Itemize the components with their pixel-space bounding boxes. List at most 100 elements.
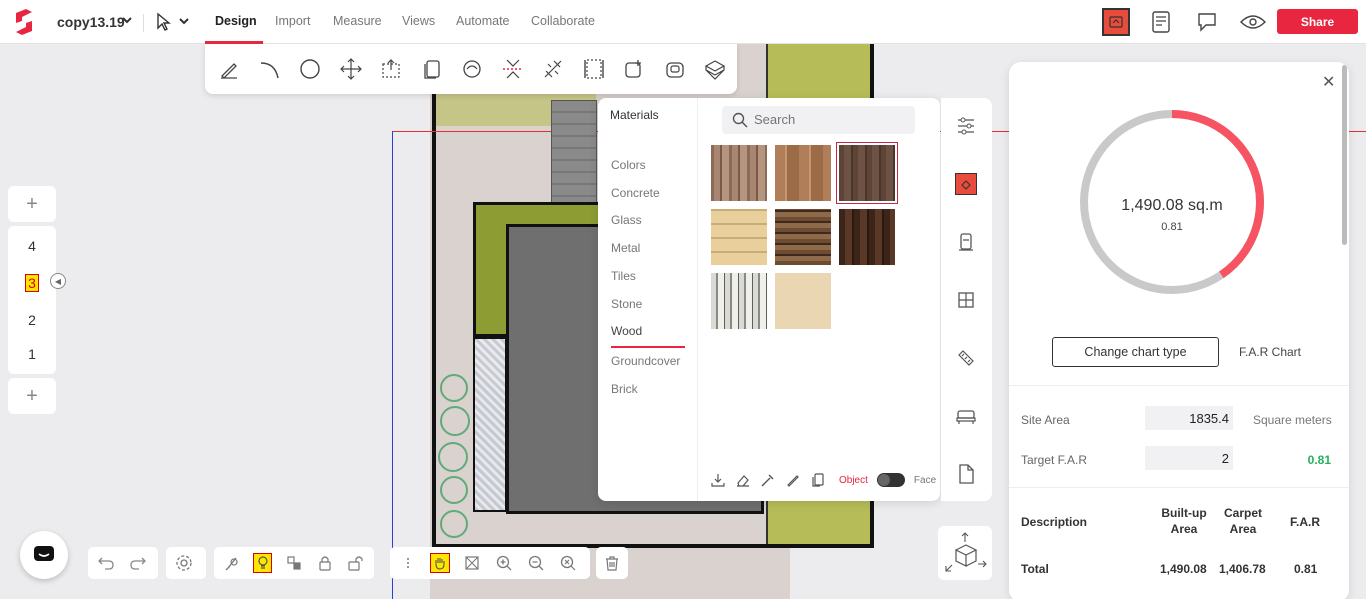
- pencil-icon[interactable]: [217, 57, 241, 81]
- wood-swatch[interactable]: [839, 209, 895, 265]
- extrude-icon[interactable]: [703, 57, 727, 81]
- category-tiles[interactable]: Tiles: [611, 269, 636, 283]
- paving-strip[interactable]: [473, 337, 507, 512]
- resize-icon[interactable]: [582, 57, 606, 81]
- light-bulb-icon[interactable]: [253, 553, 273, 573]
- target-far-input[interactable]: [1145, 446, 1233, 470]
- comments-button[interactable]: [1193, 8, 1223, 36]
- more-options-icon[interactable]: [398, 553, 418, 573]
- wood-swatch[interactable]: [711, 209, 767, 265]
- settings-gear-icon[interactable]: [174, 553, 194, 573]
- category-metal[interactable]: Metal: [611, 241, 640, 255]
- category-concrete[interactable]: Concrete: [611, 186, 660, 200]
- eyedropper-icon[interactable]: [760, 472, 776, 488]
- table-cell-far: 0.81: [1294, 562, 1318, 576]
- add-floor-above-button[interactable]: +: [8, 186, 56, 222]
- wood-swatch-selected[interactable]: [836, 142, 898, 204]
- copy-icon[interactable]: [810, 472, 826, 488]
- wood-swatch[interactable]: [775, 273, 831, 329]
- category-colors[interactable]: Colors: [611, 158, 646, 172]
- orbit-icon[interactable]: [462, 553, 482, 573]
- zoom-out-icon[interactable]: [526, 553, 546, 573]
- tree-sketch: [440, 374, 468, 402]
- search-input[interactable]: [754, 112, 904, 127]
- add-shape-icon[interactable]: [622, 57, 646, 81]
- category-wood[interactable]: Wood: [611, 324, 642, 338]
- change-chart-type-button[interactable]: Change chart type: [1052, 337, 1219, 367]
- chevron-down-icon[interactable]: [122, 14, 132, 28]
- document-icon[interactable]: [954, 462, 978, 486]
- split-icon[interactable]: [541, 57, 565, 81]
- floor-level[interactable]: 4: [8, 238, 56, 254]
- circle-icon[interactable]: [298, 57, 322, 81]
- unlock-icon[interactable]: [347, 553, 366, 573]
- wood-swatch[interactable]: [711, 273, 767, 329]
- tab-measure[interactable]: Measure: [333, 14, 382, 28]
- zoom-extents-icon[interactable]: [558, 553, 578, 573]
- undo-icon[interactable]: [96, 553, 116, 573]
- report-button[interactable]: [1146, 8, 1176, 36]
- floor-level-selected[interactable]: 3: [8, 274, 56, 292]
- door-icon[interactable]: [954, 230, 978, 254]
- transform-icon[interactable]: [379, 57, 403, 81]
- built-up-area-value: 1,490.08 sq.m: [1121, 197, 1223, 214]
- move-icon[interactable]: [339, 57, 363, 81]
- site-area-input[interactable]: [1145, 406, 1233, 430]
- select-tool-button[interactable]: [155, 12, 195, 32]
- category-brick[interactable]: Brick: [611, 382, 638, 396]
- object-face-toggle[interactable]: [876, 473, 905, 487]
- paint-bucket-icon[interactable]: [955, 173, 977, 195]
- floor-level[interactable]: 2: [8, 312, 56, 328]
- wood-swatch[interactable]: [775, 209, 831, 265]
- redo-icon[interactable]: [128, 553, 148, 573]
- wood-swatch[interactable]: [775, 145, 831, 201]
- project-name[interactable]: copy13.19: [57, 14, 125, 30]
- trash-icon[interactable]: [602, 553, 622, 573]
- table-cell-carpet: 1,406.78: [1219, 562, 1266, 576]
- category-glass[interactable]: Glass: [611, 213, 642, 227]
- sliders-icon[interactable]: [954, 114, 978, 138]
- eraser-icon[interactable]: [735, 472, 751, 488]
- arc-icon[interactable]: [258, 57, 282, 81]
- furniture-icon[interactable]: [954, 404, 978, 428]
- close-icon[interactable]: ✕: [1322, 72, 1335, 92]
- tab-import[interactable]: Import: [275, 14, 310, 28]
- paint-bucket-icon: [1109, 16, 1123, 28]
- lock-icon[interactable]: [316, 553, 335, 573]
- hide-icon[interactable]: [222, 553, 241, 573]
- window-icon[interactable]: [954, 288, 978, 312]
- tab-collaborate[interactable]: Collaborate: [531, 14, 595, 28]
- app-logo[interactable]: [12, 9, 36, 35]
- chat-support-button[interactable]: [20, 531, 68, 579]
- wood-swatch[interactable]: [711, 145, 767, 201]
- tab-design[interactable]: Design: [215, 14, 257, 28]
- isolate-icon[interactable]: [284, 553, 303, 573]
- zoom-in-icon[interactable]: [494, 553, 514, 573]
- measure-tape-icon[interactable]: [954, 346, 978, 370]
- share-button[interactable]: Share: [1277, 9, 1358, 34]
- collapse-arrow-icon[interactable]: ◀: [50, 273, 66, 289]
- rotate-icon[interactable]: [460, 57, 484, 81]
- guide-line-y: [392, 131, 393, 599]
- tab-views[interactable]: Views: [402, 14, 435, 28]
- copy-icon[interactable]: [420, 57, 444, 81]
- table-cell-description: Total: [1021, 562, 1049, 576]
- materials-toggle-button[interactable]: [1102, 8, 1130, 36]
- download-icon[interactable]: [710, 472, 726, 488]
- preview-button[interactable]: [1238, 8, 1268, 36]
- category-groundcover[interactable]: Groundcover: [611, 354, 680, 368]
- add-floor-below-button[interactable]: +: [8, 378, 56, 414]
- edit-icon[interactable]: [785, 472, 801, 488]
- panel-scrollbar[interactable]: [1342, 65, 1347, 245]
- offset-icon[interactable]: [663, 57, 687, 81]
- category-stone[interactable]: Stone: [611, 297, 642, 311]
- object-mode-label[interactable]: Object: [839, 475, 868, 486]
- material-search[interactable]: [722, 106, 915, 134]
- face-mode-label[interactable]: Face: [914, 475, 936, 486]
- floor-level[interactable]: 1: [8, 346, 56, 362]
- tab-automate[interactable]: Automate: [456, 14, 510, 28]
- pan-hand-icon[interactable]: [430, 553, 450, 573]
- tree-sketch: [440, 406, 470, 436]
- view-cube-button[interactable]: [938, 526, 992, 580]
- mirror-icon[interactable]: [501, 57, 525, 81]
